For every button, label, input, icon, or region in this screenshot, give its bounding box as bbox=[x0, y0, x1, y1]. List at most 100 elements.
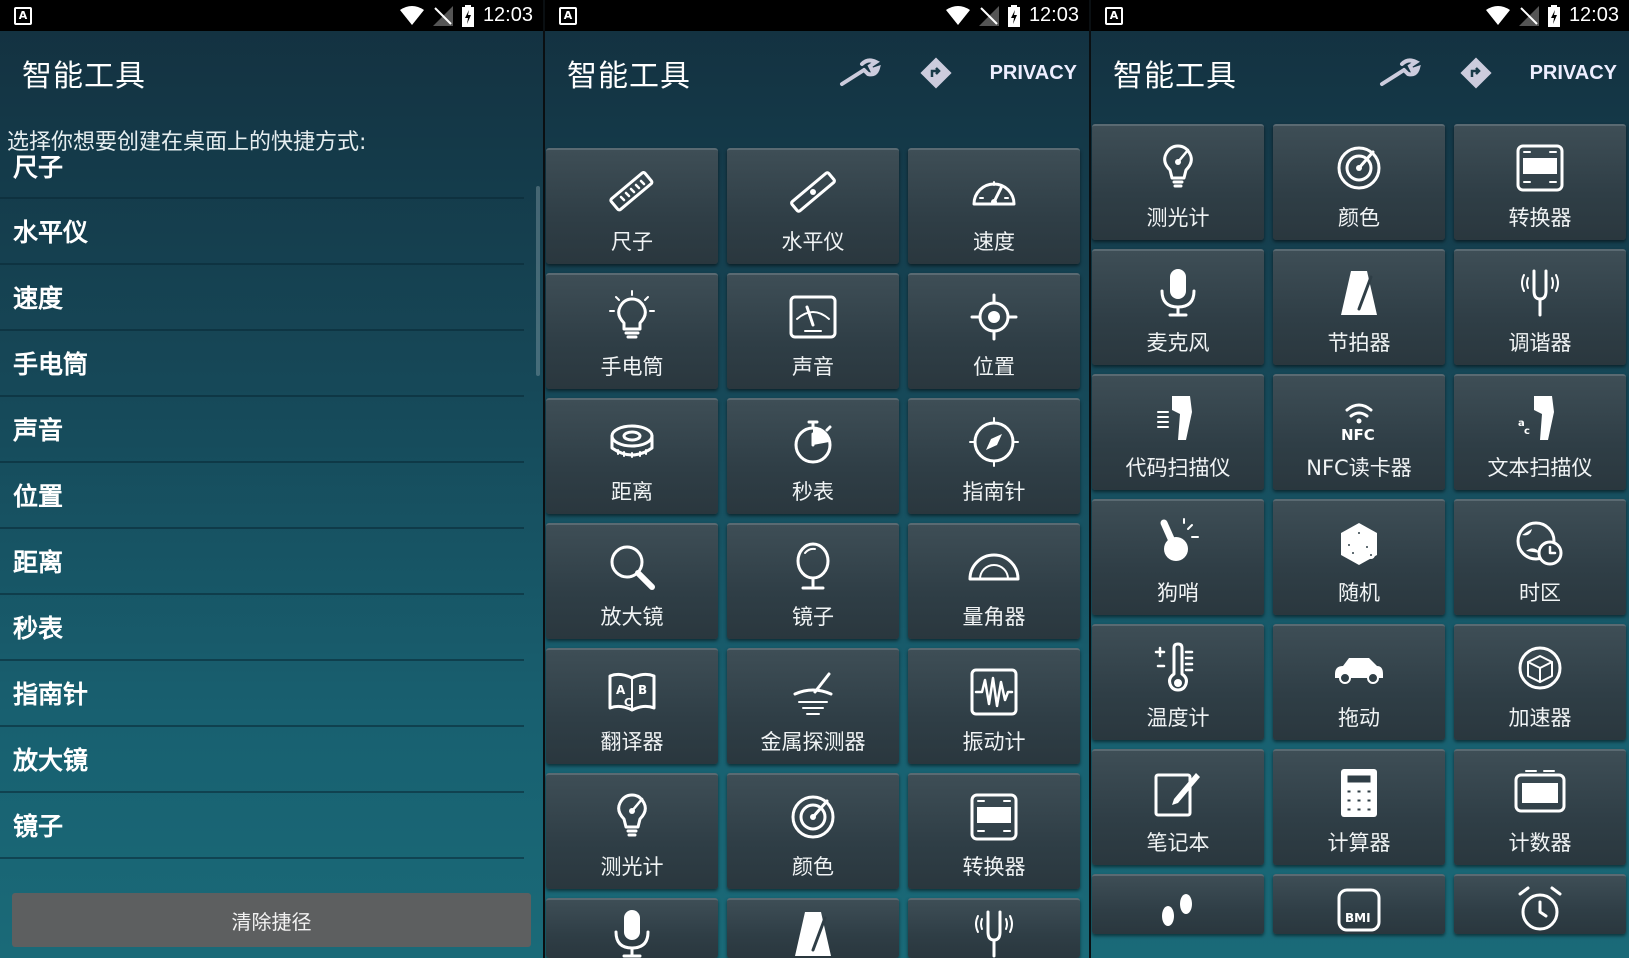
tool-tile[interactable]: A B C 翻译器 bbox=[546, 648, 718, 764]
no-signal-icon bbox=[432, 5, 453, 26]
tool-label: 时区 bbox=[1519, 581, 1561, 605]
tool-tile[interactable]: 手电筒 bbox=[546, 273, 718, 389]
tool-tile[interactable]: 笔记本 bbox=[1092, 749, 1264, 865]
tool-tile[interactable]: 测光计 bbox=[546, 773, 718, 889]
tool-tile-partial[interactable] bbox=[1092, 874, 1264, 934]
tool-tile[interactable]: 节拍器 bbox=[1273, 249, 1445, 365]
tool-tile[interactable]: 计算器 bbox=[1273, 749, 1445, 865]
tool-label: 测光计 bbox=[600, 855, 664, 879]
tool-tile[interactable]: 秒表 bbox=[727, 398, 899, 514]
translator-icon: A BC bbox=[608, 672, 656, 712]
directions-icon[interactable] bbox=[1460, 57, 1492, 89]
tool-tile[interactable]: 镜子 bbox=[727, 523, 899, 639]
calculator-icon bbox=[1341, 769, 1377, 817]
tool-tile[interactable]: 时区 bbox=[1454, 499, 1626, 615]
tool-tile[interactable]: 随机 bbox=[1273, 499, 1445, 615]
tool-label: 随机 bbox=[1338, 581, 1380, 605]
tool-tile[interactable]: 代码扫描仪 bbox=[1092, 374, 1264, 490]
tool-tile[interactable]: 狗哨 bbox=[1092, 499, 1264, 615]
tool-icon-wrap bbox=[785, 906, 841, 958]
tool-icon-wrap bbox=[1331, 640, 1387, 696]
tool-tile[interactable]: 麦克风 bbox=[1092, 249, 1264, 365]
barcode-scanner-icon bbox=[1157, 396, 1192, 440]
tool-icon-wrap bbox=[1331, 515, 1387, 571]
shortcut-list-item[interactable]: 尺子 bbox=[0, 146, 524, 199]
privacy-link[interactable]: PRIVACY bbox=[1530, 62, 1617, 85]
shortcut-list-item[interactable]: 水平仪 bbox=[0, 199, 524, 265]
tool-tile[interactable]: m ft 转换器 bbox=[1454, 124, 1626, 240]
shortcut-list-item[interactable]: 速度 bbox=[0, 265, 524, 331]
directions-icon[interactable] bbox=[920, 57, 952, 89]
accelerometer-icon bbox=[1518, 646, 1562, 690]
tool-tile[interactable]: 颜色 bbox=[1273, 124, 1445, 240]
tool-tile[interactable]: 声音 bbox=[727, 273, 899, 389]
scrollbar[interactable] bbox=[536, 186, 540, 376]
converter-icon: m ft bbox=[970, 793, 1018, 841]
shortcut-list-item[interactable]: 镜子 bbox=[0, 793, 524, 859]
tool-tile[interactable]: 位置 bbox=[908, 273, 1080, 389]
shortcut-list-item[interactable]: 声音 bbox=[0, 397, 524, 463]
shortcut-list-item[interactable]: 放大镜 bbox=[0, 727, 524, 793]
battery-icon bbox=[1547, 4, 1560, 27]
tool-tile[interactable]: 00 计数器 bbox=[1454, 749, 1626, 865]
tool-tile[interactable]: 加速器 bbox=[1454, 624, 1626, 740]
clear-shortcuts-button[interactable]: 清除捷径 bbox=[12, 893, 531, 947]
svg-text:NFC: NFC bbox=[1341, 426, 1375, 444]
protractor-icon bbox=[968, 553, 1020, 581]
ruler-icon bbox=[609, 171, 654, 212]
tool-tile[interactable]: 指南针 bbox=[908, 398, 1080, 514]
svg-text:B: B bbox=[638, 683, 647, 697]
svg-text:m: m bbox=[979, 809, 992, 823]
globe-clock-icon bbox=[1516, 521, 1563, 566]
shortcut-list-item[interactable]: 距离 bbox=[0, 529, 524, 595]
tool-tile[interactable]: a c 文本扫描仪 bbox=[1454, 374, 1626, 490]
tool-label: 指南针 bbox=[962, 480, 1026, 504]
sound-meter-icon bbox=[789, 295, 837, 339]
wifi-icon bbox=[945, 5, 970, 25]
tool-label: 放大镜 bbox=[600, 605, 664, 629]
wrench-icon[interactable] bbox=[838, 58, 882, 88]
battery-icon bbox=[1007, 4, 1020, 27]
shortcut-list-item[interactable]: 手电筒 bbox=[0, 331, 524, 397]
svg-text:ft: ft bbox=[1543, 160, 1554, 174]
tool-tile[interactable]: 调谐器 bbox=[1454, 249, 1626, 365]
tool-tile-partial[interactable] bbox=[908, 898, 1080, 958]
tool-tile-partial[interactable] bbox=[546, 898, 718, 958]
light-meter-icon bbox=[617, 793, 647, 837]
tool-tile[interactable]: 放大镜 bbox=[546, 523, 718, 639]
tool-tile[interactable]: 距离 bbox=[546, 398, 718, 514]
tool-tile-partial[interactable] bbox=[1454, 874, 1626, 934]
tool-tile[interactable]: 拖动 bbox=[1273, 624, 1445, 740]
status-bar: A 12:03 bbox=[1091, 0, 1629, 31]
tool-label: 颜色 bbox=[792, 855, 834, 879]
tool-icon-wrap: ac bbox=[1512, 390, 1568, 446]
tool-tile[interactable]: 振动计 bbox=[908, 648, 1080, 764]
tool-tile[interactable]: 温度计 bbox=[1092, 624, 1264, 740]
tool-tile[interactable]: 金属探测器 bbox=[727, 648, 899, 764]
wrench-icon[interactable] bbox=[1378, 58, 1422, 88]
metal-detector-icon bbox=[793, 672, 833, 715]
tool-tile-partial[interactable]: BMI bbox=[1273, 874, 1445, 934]
tools-panel-1: A 12:03 智能工具 PRIVACY 尺子 水平仪 速度 手电筒 声音 位置 距离 秒表 指… bbox=[545, 0, 1089, 958]
color-icon bbox=[791, 795, 835, 839]
shortcut-list-item[interactable]: 位置 bbox=[0, 463, 524, 529]
tool-tile[interactable]: 速度 bbox=[908, 148, 1080, 264]
shortcut-list-item[interactable]: 秒表 bbox=[0, 595, 524, 661]
tool-tile[interactable]: 尺子 bbox=[546, 148, 718, 264]
tool-tile-partial[interactable] bbox=[727, 898, 899, 958]
svg-text:BMI: BMI bbox=[1345, 911, 1371, 925]
privacy-link[interactable]: PRIVACY bbox=[990, 62, 1077, 85]
tool-tile[interactable]: 测光计 bbox=[1092, 124, 1264, 240]
tool-label: 加速器 bbox=[1508, 706, 1572, 730]
clock: 12:03 bbox=[1568, 4, 1619, 26]
tool-icon-wrap: BMI bbox=[1331, 882, 1387, 934]
tool-tile[interactable]: m ft 转换器 bbox=[908, 773, 1080, 889]
tool-icon-wrap: m ft bbox=[966, 789, 1022, 845]
tool-label: 狗哨 bbox=[1157, 581, 1199, 605]
tool-tile[interactable]: NFC NFC读卡器 bbox=[1273, 374, 1445, 490]
mirror-icon bbox=[796, 542, 830, 590]
tool-tile[interactable]: 量角器 bbox=[908, 523, 1080, 639]
shortcut-list-item[interactable]: 指南针 bbox=[0, 661, 524, 727]
tool-tile[interactable]: 水平仪 bbox=[727, 148, 899, 264]
tool-tile[interactable]: 颜色 bbox=[727, 773, 899, 889]
